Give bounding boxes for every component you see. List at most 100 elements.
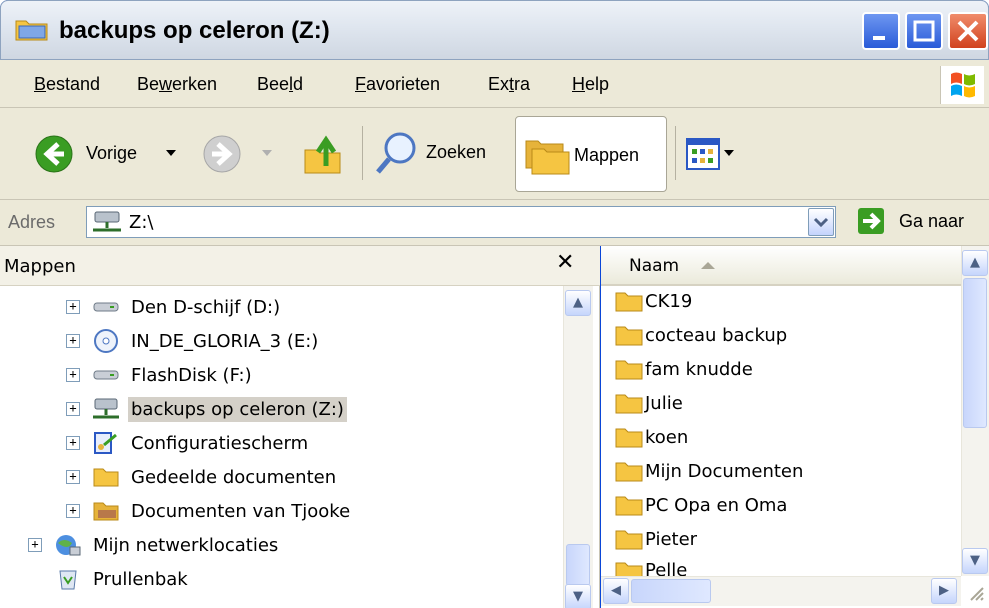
title-bar[interactable]: backups op celeron (Z:) xyxy=(0,0,989,60)
folder-icon xyxy=(615,462,643,482)
forward-dropdown-icon xyxy=(262,150,272,156)
file-name: Pieter xyxy=(645,528,698,550)
up-folder-icon[interactable] xyxy=(302,130,346,178)
expand-icon[interactable]: + xyxy=(66,300,80,314)
expand-icon[interactable]: + xyxy=(66,504,80,518)
list-item[interactable]: Julie xyxy=(615,386,683,420)
search-label: Zoeken xyxy=(426,142,487,162)
back-dropdown-icon[interactable] xyxy=(166,150,176,158)
list-item[interactable]: Pieter xyxy=(615,522,697,556)
maximize-button[interactable] xyxy=(905,12,943,50)
folder-icon xyxy=(615,428,643,448)
sort-ascending-icon xyxy=(701,262,715,269)
window-title: backups op celeron (Z:) xyxy=(59,17,330,44)
close-icon xyxy=(957,20,979,42)
menu-bewerken[interactable]: Bewerken xyxy=(137,74,217,95)
tree-item-control-panel[interactable]: + Configuratiescherm xyxy=(66,426,311,460)
views-button[interactable] xyxy=(684,134,754,174)
scroll-left-button[interactable]: ◀ xyxy=(603,578,629,604)
list-item[interactable]: CK19 xyxy=(615,284,692,318)
back-button[interactable]: Vorige xyxy=(30,132,190,176)
file-list-pane: Naam CK19 cocteau backup fam knudde Juli… xyxy=(601,246,989,608)
tree-item-label: IN_DE_GLORIA_3 (E:) xyxy=(131,330,319,352)
close-pane-button[interactable]: ✕ xyxy=(556,250,574,275)
scroll-thumb[interactable] xyxy=(566,544,590,586)
menu-bestand[interactable]: Bestand xyxy=(34,74,100,95)
tree-item-e-drive[interactable]: + IN_DE_GLORIA_3 (E:) xyxy=(66,324,321,358)
search-button[interactable]: Zoeken xyxy=(372,126,508,182)
address-dropdown-button[interactable] xyxy=(808,208,834,236)
resize-grip-icon[interactable] xyxy=(965,582,985,602)
column-header-name[interactable]: Naam xyxy=(601,246,961,286)
scroll-down-button[interactable]: ▼ xyxy=(962,548,988,574)
address-value: Z:\ xyxy=(129,212,154,233)
address-bar: Adres Z:\ Ga naar xyxy=(0,200,989,246)
tree-item-f-drive[interactable]: + FlashDisk (F:) xyxy=(66,358,255,392)
views-icon xyxy=(686,138,720,170)
tree-item-z-drive[interactable]: + backups op celeron (Z:) xyxy=(66,392,347,426)
folder-icon xyxy=(615,562,643,576)
menu-favorieten[interactable]: Favorieten xyxy=(355,74,440,95)
expand-icon[interactable]: + xyxy=(28,538,42,552)
folders-pane: Mappen ✕ + Den D-schijf (D:) + IN_DE_GLO… xyxy=(0,246,600,608)
folders-pane-header: Mappen ✕ xyxy=(0,246,600,286)
tree-item-recycle-bin[interactable]: Prullenbak xyxy=(54,562,191,596)
close-button[interactable] xyxy=(948,12,988,50)
go-button[interactable]: Ga naar xyxy=(855,206,989,240)
folders-label: Mappen xyxy=(574,145,640,165)
expand-icon[interactable]: + xyxy=(66,368,80,382)
column-name-label: Naam xyxy=(629,256,680,276)
list-item[interactable]: Pelle xyxy=(615,556,687,576)
scroll-thumb[interactable] xyxy=(631,579,711,603)
list-item[interactable]: cocteau backup xyxy=(615,318,787,352)
list-item[interactable]: PC Opa en Oma xyxy=(615,488,787,522)
forward-arrow-icon xyxy=(203,135,241,173)
expand-icon[interactable]: + xyxy=(66,402,80,416)
folders-button[interactable]: Mappen xyxy=(515,116,667,192)
toolbar-separator xyxy=(675,126,676,180)
file-list-vscrollbar[interactable]: ▲ ▼ xyxy=(961,246,989,576)
expand-icon[interactable]: + xyxy=(66,436,80,450)
folder-icon xyxy=(615,530,643,550)
file-name: koen xyxy=(645,426,689,448)
folder-icon xyxy=(615,326,643,346)
list-item[interactable]: fam knudde xyxy=(615,352,753,386)
file-name: Pelle xyxy=(645,560,688,576)
views-dropdown-icon xyxy=(724,150,734,156)
tree-item-label: Gedeelde documenten xyxy=(131,466,337,488)
toolbar-separator xyxy=(362,126,363,180)
scroll-down-button[interactable]: ▼ xyxy=(565,584,591,608)
list-item[interactable]: koen xyxy=(615,420,688,454)
back-arrow-icon xyxy=(35,135,73,173)
cd-drive-icon xyxy=(94,329,118,353)
file-name: CK19 xyxy=(645,290,693,312)
list-item[interactable]: Mijn Documenten xyxy=(615,454,803,488)
address-field[interactable]: Z:\ xyxy=(86,206,836,238)
go-label: Ga naar xyxy=(899,211,965,231)
scroll-thumb[interactable] xyxy=(963,278,987,428)
tree-item-label: Prullenbak xyxy=(93,568,188,590)
network-places-icon xyxy=(56,535,81,556)
folders-scrollbar[interactable]: ▲ ▼ xyxy=(563,286,593,608)
tree-item-d-drive[interactable]: + Den D-schijf (D:) xyxy=(66,290,283,324)
standard-toolbar: Vorige Zoeken Mappen xyxy=(0,108,989,200)
menu-beeld[interactable]: Beeld xyxy=(257,74,303,95)
menu-help[interactable]: Help xyxy=(572,74,609,95)
file-name: PC Opa en Oma xyxy=(645,494,788,516)
file-list-hscrollbar[interactable]: ◀ ▶ xyxy=(601,576,961,606)
file-name: Mijn Documenten xyxy=(645,460,804,482)
tree-item-network-places[interactable]: + Mijn netwerklocaties xyxy=(28,528,281,562)
scroll-up-button[interactable]: ▲ xyxy=(565,290,591,316)
folder-icon xyxy=(615,496,643,516)
expand-icon[interactable]: + xyxy=(66,334,80,348)
menu-extra[interactable]: Extra xyxy=(488,74,530,95)
expand-icon[interactable]: + xyxy=(66,470,80,484)
scroll-right-button[interactable]: ▶ xyxy=(931,578,957,604)
recycle-bin-icon xyxy=(59,570,77,590)
minimize-button[interactable] xyxy=(862,12,900,50)
folders-icon xyxy=(525,140,570,175)
scroll-up-button[interactable]: ▲ xyxy=(962,250,988,276)
tree-item-tjooke-documents[interactable]: + Documenten van Tjooke xyxy=(66,494,353,528)
tree-item-shared-documents[interactable]: + Gedeelde documenten xyxy=(66,460,339,494)
forward-button[interactable] xyxy=(200,132,282,176)
